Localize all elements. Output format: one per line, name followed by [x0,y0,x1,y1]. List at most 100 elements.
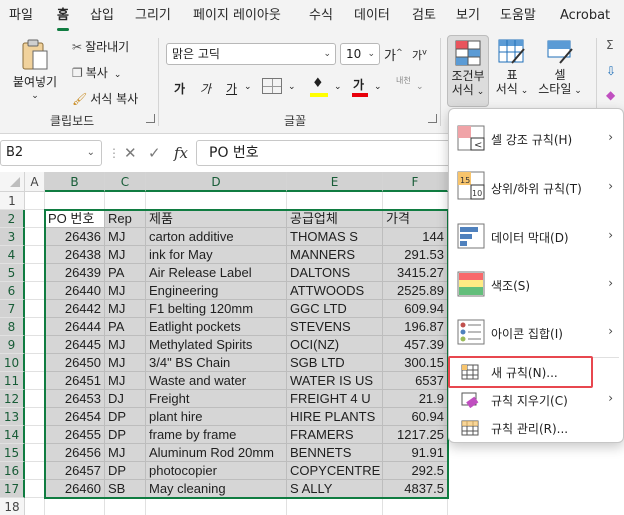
phonetic-button[interactable]: 내천 [396,76,411,85]
row-header-13[interactable]: 13 [0,408,25,426]
cell-c10[interactable]: MJ [105,354,146,372]
cell-b7[interactable]: 26442 [45,300,105,318]
cell-c12[interactable]: DJ [105,390,146,408]
cell-f8[interactable]: 196.87 [383,318,448,336]
tab-formulas[interactable]: 수식 [309,6,333,28]
row-header-6[interactable]: 6 [0,282,25,300]
fill-color-button[interactable]: ♦ [308,76,330,98]
menu-item-clear-rules[interactable]: 규칙 지우기(C) › [451,389,623,411]
cell-d2[interactable]: 제품 [146,210,287,228]
cell-f7[interactable]: 609.94 [383,300,448,318]
cell-a2[interactable] [25,210,45,228]
cell-e6[interactable]: ATTWOODS [287,282,383,300]
tab-help[interactable]: 도움말 [500,6,536,28]
cell-a3[interactable] [25,228,45,246]
cell-a13[interactable] [25,408,45,426]
cell-b3[interactable]: 26436 [45,228,105,246]
cell-d9[interactable]: Methylated Spirits [146,336,287,354]
cell-f14[interactable]: 1217.25 [383,426,448,444]
name-box[interactable]: B2 ⌄ [0,140,102,166]
menu-item-highlight-cells-rules[interactable]: < 셀 강조 규칙(H) › [451,121,623,157]
cell-c9[interactable]: MJ [105,336,146,354]
cell-e10[interactable]: SGB LTD [287,354,383,372]
cell-f10[interactable]: 300.15 [383,354,448,372]
cell-a18[interactable] [25,498,45,515]
cell-d10[interactable]: 3/4" BS Chain [146,354,287,372]
cell-e11[interactable]: WATER IS US [287,372,383,390]
cell-c14[interactable]: DP [105,426,146,444]
cell-a10[interactable] [25,354,45,372]
cell-d13[interactable]: plant hire [146,408,287,426]
cell-e4[interactable]: MANNERS [287,246,383,264]
cell-a6[interactable] [25,282,45,300]
cut-button[interactable]: ✂ 잘라내기 [72,38,129,55]
cell-b9[interactable]: 26445 [45,336,105,354]
cell-a17[interactable] [25,480,45,498]
cell-c8[interactable]: PA [105,318,146,336]
cell-b6[interactable]: 26440 [45,282,105,300]
cell-d12[interactable]: Freight [146,390,287,408]
cell-e7[interactable]: GGC LTD [287,300,383,318]
borders-icon[interactable] [262,78,282,94]
cell-c16[interactable]: DP [105,462,146,480]
cell-f16[interactable]: 292.5 [383,462,448,480]
cell-d18[interactable] [146,498,287,515]
cell-a15[interactable] [25,444,45,462]
format-painter-button[interactable]: 🖌 서식 복사 [72,90,138,107]
cell-f18[interactable] [383,498,448,515]
cell-e16[interactable]: COPYCENTRE [287,462,383,480]
row-header-7[interactable]: 7 [0,300,25,318]
cell-c1[interactable] [105,192,146,210]
cell-c3[interactable]: MJ [105,228,146,246]
cell-b15[interactable]: 26456 [45,444,105,462]
row-header-10[interactable]: 10 [0,354,25,372]
tab-page-layout[interactable]: 페이지 레이아웃 [193,6,281,28]
grow-font-button[interactable]: 가^ [384,45,403,64]
cell-f11[interactable]: 6537 [383,372,448,390]
format-as-table-button[interactable]: 표 서식 ⌄ [492,35,532,107]
tab-file[interactable]: 파일 [9,6,33,28]
row-header-18[interactable]: 18 [0,498,25,515]
cell-a8[interactable] [25,318,45,336]
cell-e14[interactable]: FRAMERS [287,426,383,444]
cell-f6[interactable]: 2525.89 [383,282,448,300]
cell-c15[interactable]: MJ [105,444,146,462]
cell-a16[interactable] [25,462,45,480]
cell-f1[interactable] [383,192,448,210]
cell-a5[interactable] [25,264,45,282]
cell-f9[interactable]: 457.39 [383,336,448,354]
chevron-down-icon[interactable]: ⌄ [288,82,296,92]
bold-button[interactable]: 가 [174,80,185,97]
row-header-12[interactable]: 12 [0,390,25,408]
cancel-icon[interactable]: ✕ [124,144,137,162]
column-header-a[interactable]: A [25,172,45,192]
column-header-b[interactable]: B [45,172,105,192]
column-header-e[interactable]: E [287,172,383,192]
cell-b17[interactable]: 26460 [45,480,105,498]
insert-function-button[interactable]: fx [174,144,188,162]
tab-acrobat[interactable]: Acrobat [560,6,610,28]
row-header-4[interactable]: 4 [0,246,25,264]
menu-item-top-bottom-rules[interactable]: 15 10 상위/하위 규칙(T) › [451,169,623,205]
select-all-corner[interactable] [0,172,25,192]
column-header-c[interactable]: C [105,172,146,192]
cell-b14[interactable]: 26455 [45,426,105,444]
cell-d14[interactable]: frame by frame [146,426,287,444]
cell-f3[interactable]: 144 [383,228,448,246]
cell-f13[interactable]: 60.94 [383,408,448,426]
clipboard-dialog-launcher[interactable] [146,114,155,123]
cell-d16[interactable]: photocopier [146,462,287,480]
cell-a9[interactable] [25,336,45,354]
menu-item-icon-sets[interactable]: 아이콘 집합(I) › [451,315,623,351]
cell-f12[interactable]: 21.9 [383,390,448,408]
cell-b10[interactable]: 26450 [45,354,105,372]
sum-icon[interactable]: Σ [606,38,614,52]
cell-a11[interactable] [25,372,45,390]
font-name-combo[interactable]: 맑은 고딕 ⌄ [166,43,336,65]
cell-e8[interactable]: STEVENS [287,318,383,336]
cell-c17[interactable]: SB [105,480,146,498]
cell-e3[interactable]: THOMAS S [287,228,383,246]
tab-review[interactable]: 검토 [412,6,436,28]
fill-down-icon[interactable]: ⇩ [606,64,616,78]
cell-e17[interactable]: S ALLY [287,480,383,498]
